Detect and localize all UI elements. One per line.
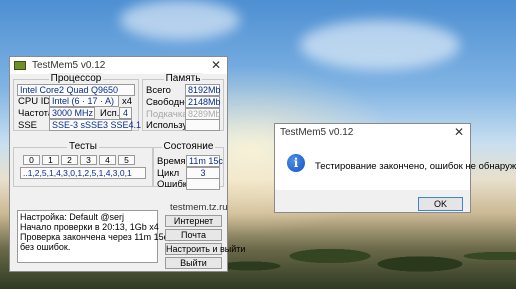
cpu-id-label: CPU ID [18, 96, 51, 107]
free-memory-field: 2148Mb [185, 96, 221, 108]
cpu-threads: x4 [122, 96, 133, 107]
test-cell: 4 [99, 155, 116, 165]
dialog-title-bar[interactable]: TestMem5 v0.12 ✕ [275, 124, 470, 141]
exit-button[interactable]: Выйти [165, 257, 222, 269]
ok-button[interactable]: OK [418, 197, 463, 211]
wallpaper-cloud [300, 20, 460, 70]
test-cell: 5 [118, 155, 135, 165]
log-line: Настройка: Default @serj [20, 212, 124, 222]
sse-label: SSE [18, 120, 38, 131]
free-memory-label: Свободно [146, 97, 190, 108]
sse-field: SSE-3 sSSE3 SSE4.1 [49, 119, 141, 131]
info-icon: i [287, 154, 305, 172]
log-line: Проверка закончена через 11m 15c, [20, 232, 171, 242]
processor-group-title: Процессор [48, 73, 104, 84]
window-title: TestMem5 v0.12 [32, 60, 106, 71]
wallpaper-cloud [120, 0, 240, 40]
errors-field [186, 178, 220, 190]
cycle-label: Цикл [157, 168, 180, 179]
site-label: testmem.tz.ru [170, 202, 228, 213]
cpu-id-field: Intel (6 · 17 · A) [49, 95, 119, 107]
wallpaper-trees [210, 226, 516, 289]
test-cell: 1 [42, 155, 59, 165]
used-memory-field [185, 119, 220, 131]
tests-group-title: Тесты [67, 141, 99, 152]
state-group-title: Состояние [161, 141, 216, 152]
use-label: Исп. [100, 108, 120, 119]
setup-and-exit-button[interactable]: Настроить и выйти [165, 243, 245, 255]
total-memory-label: Всего [146, 85, 171, 96]
log-line: Начало проверки в 20:13, 1Gb x4 [20, 222, 159, 232]
title-bar[interactable]: TestMem5 v0.12 ✕ [10, 57, 227, 74]
result-dialog[interactable]: TestMem5 v0.12 ✕ i Тестирование закончен… [274, 123, 516, 213]
swap-label: Подкачка [146, 109, 188, 120]
total-memory-field: 8192Mb [185, 84, 221, 96]
internet-button[interactable]: Интернет [165, 215, 222, 227]
time-field: 11m 15c [186, 155, 223, 167]
mail-button[interactable]: Почта [165, 229, 222, 241]
app-icon [14, 61, 26, 70]
close-icon[interactable]: ✕ [211, 58, 221, 72]
time-label: Время [157, 156, 186, 167]
dialog-close-icon[interactable]: ✕ [454, 125, 464, 139]
dialog-message: Тестирование закончено, ошибок не обнару… [315, 161, 516, 172]
dialog-title: TestMem5 v0.12 [280, 127, 354, 138]
frequency-label: Частота [18, 108, 54, 119]
test-cell: 0 [23, 155, 40, 165]
log-line: без ошибок. [20, 242, 71, 252]
use-field: 4 [119, 107, 132, 119]
testmem-main-window[interactable]: TestMem5 v0.12 ✕ Процессор Intel Core2 Q… [9, 56, 245, 272]
dialog-body: i Тестирование закончено, ошибок не обна… [275, 141, 516, 190]
test-sequence-field: ..1,2,5,1,4,3,0,1,2,5,1,4,3,0,1 [20, 167, 146, 179]
test-cell: 2 [61, 155, 78, 165]
log-textbox[interactable]: Настройка: Default @serj Начало проверки… [17, 210, 171, 263]
memory-group-title: Память [163, 73, 203, 84]
frequency-field: 3000 MHz [49, 107, 95, 119]
test-cell: 3 [80, 155, 97, 165]
